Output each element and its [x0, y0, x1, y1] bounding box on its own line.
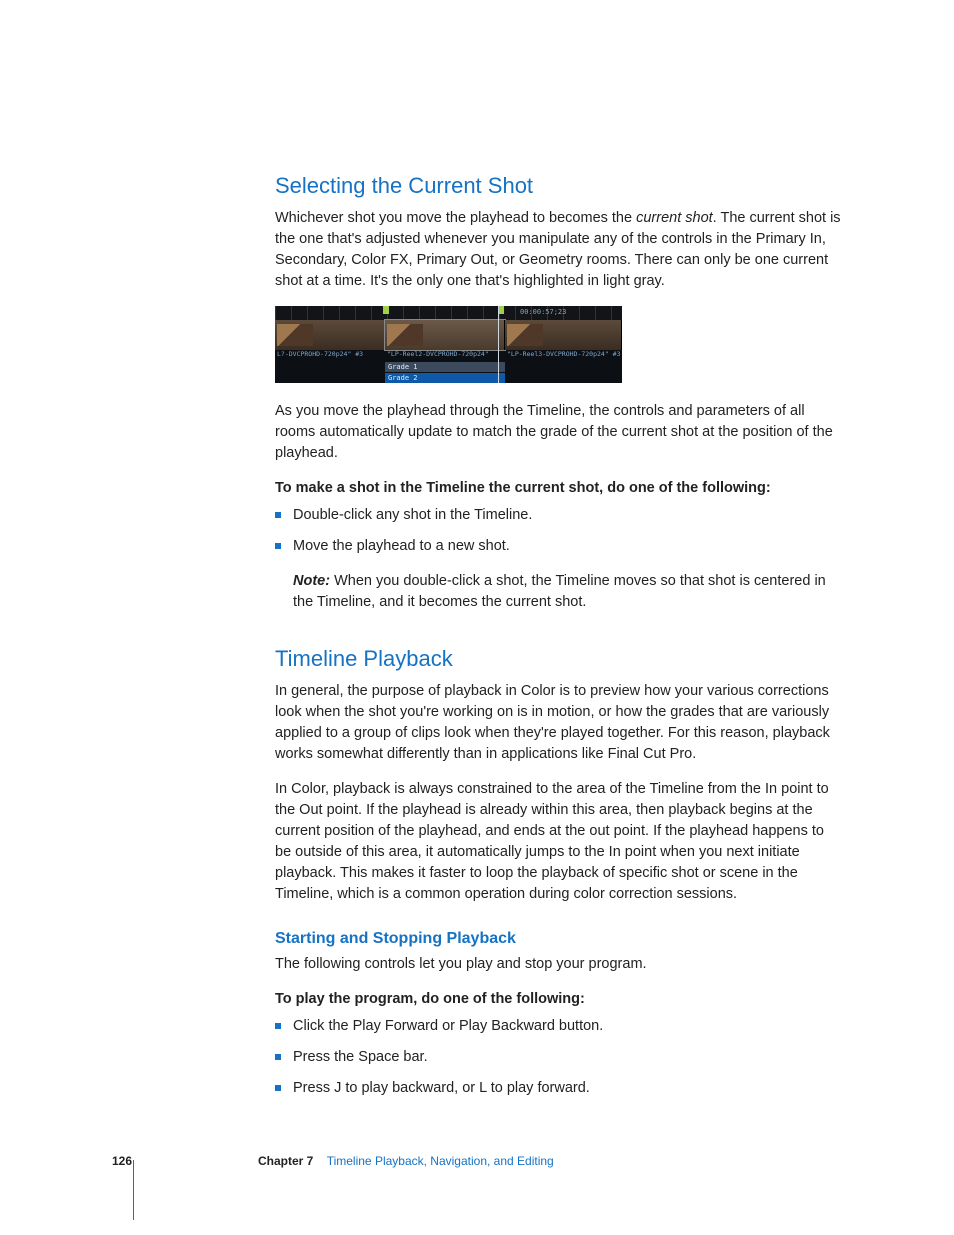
list-item: Double-click any shot in the Timeline. [275, 505, 844, 526]
clip-thumbnail [507, 324, 543, 346]
subheading-start-stop-playback: Starting and Stopping Playback [275, 927, 844, 950]
instruction-heading: To play the program, do one of the follo… [275, 989, 844, 1010]
page-content: Selecting the Current Shot Whichever sho… [0, 0, 954, 1099]
clip-label: "LP-Reel3-DVCPROHD-720p24" #3 [505, 350, 622, 361]
page-number: 126 [112, 1153, 132, 1170]
timecode-label: 00:00:57;23 [520, 307, 566, 317]
playhead [498, 306, 499, 383]
heading-selecting-current-shot: Selecting the Current Shot [275, 170, 844, 202]
clip-selected [385, 320, 505, 350]
in-point-marker [383, 306, 389, 314]
margin-rule [133, 1160, 134, 1220]
clip-labels-row: L?-DVCPROHD-720p24" #3 "LP-Reel2-DVCPROH… [275, 350, 622, 361]
paragraph: As you move the playhead through the Tim… [275, 401, 844, 464]
clip-label: "LP-Reel2-DVCPROHD-720p24" [385, 350, 505, 361]
list-item: Move the playhead to a new shot. [275, 536, 844, 557]
grade-track-2: Grade 2 [385, 373, 505, 383]
instruction-heading: To make a shot in the Timeline the curre… [275, 478, 844, 499]
paragraph: In Color, playback is always constrained… [275, 779, 844, 905]
note-text: When you double-click a shot, the Timeli… [293, 573, 826, 610]
clip-label: L?-DVCPROHD-720p24" #3 [275, 350, 385, 361]
italic-term: current shot [636, 210, 713, 226]
bullet-list: Click the Play Forward or Play Backward … [275, 1016, 844, 1099]
bullet-list: Double-click any shot in the Timeline. M… [275, 505, 844, 557]
clip [505, 320, 622, 350]
clip [275, 320, 385, 350]
note-label: Note: [293, 573, 330, 589]
chapter-title: Timeline Playback, Navigation, and Editi… [327, 1154, 554, 1168]
note-paragraph: Note: When you double-click a shot, the … [293, 571, 844, 613]
chapter-reference: Chapter 7 Timeline Playback, Navigation,… [258, 1153, 554, 1170]
timeline-ruler: 00:00:57;23 [275, 306, 622, 320]
list-item: Press J to play backward, or L to play f… [275, 1078, 844, 1099]
chapter-number: Chapter 7 [258, 1154, 313, 1168]
heading-timeline-playback: Timeline Playback [275, 643, 844, 675]
timeline-screenshot: 00:00:57;23 L?-DVCPROHD-720p24" #3 "LP-R… [275, 306, 622, 383]
list-item: Click the Play Forward or Play Backward … [275, 1016, 844, 1037]
clip-thumbnail [277, 324, 313, 346]
paragraph: In general, the purpose of playback in C… [275, 681, 844, 765]
list-item: Press the Space bar. [275, 1047, 844, 1068]
paragraph: The following controls let you play and … [275, 954, 844, 975]
text: Whichever shot you move the playhead to … [275, 210, 636, 226]
grade-track-1: Grade 1 [385, 362, 505, 372]
timeline-clips [275, 320, 622, 350]
paragraph: Whichever shot you move the playhead to … [275, 208, 844, 292]
clip-thumbnail [387, 324, 423, 346]
